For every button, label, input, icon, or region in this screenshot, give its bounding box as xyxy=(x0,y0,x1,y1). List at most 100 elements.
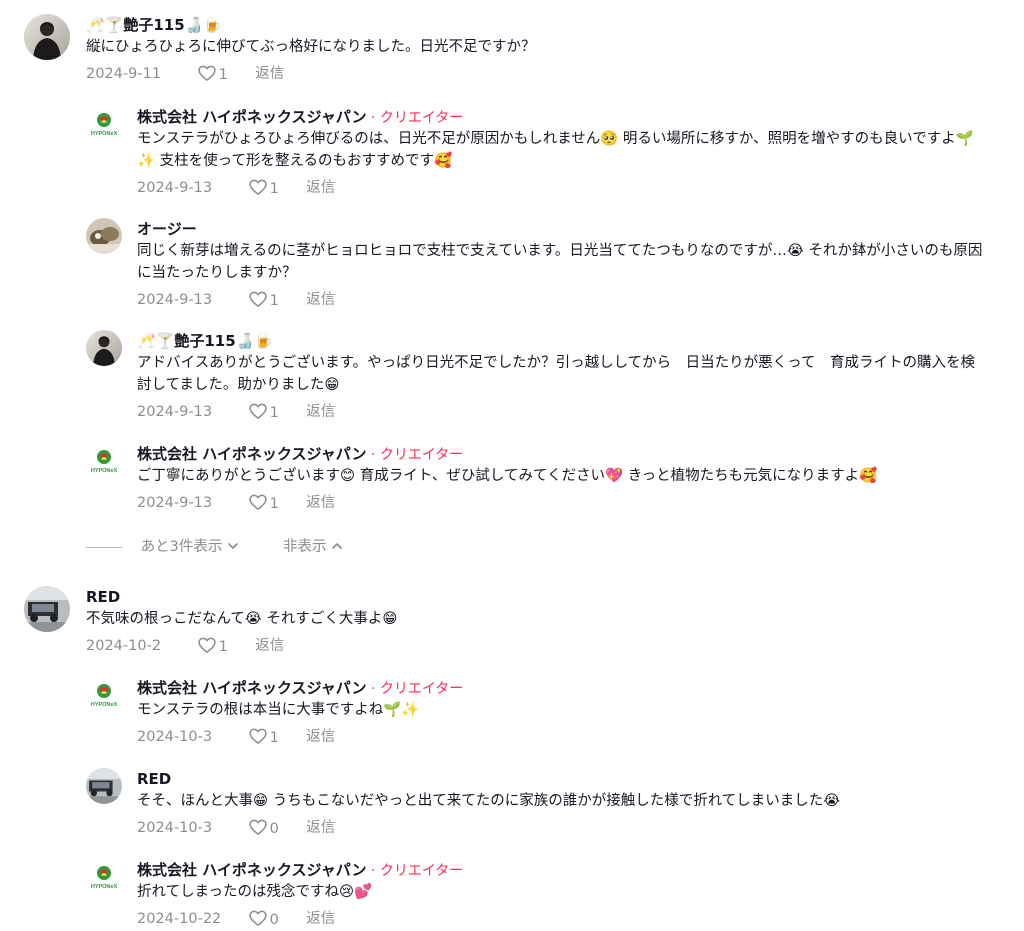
comment-author[interactable]: 株式会社 ハイポネックスジャパン · クリエイター xyxy=(137,677,986,699)
author-name[interactable]: RED xyxy=(137,770,171,788)
comment-meta: 2024-9-13 1 返信 xyxy=(137,289,986,311)
comment-item: RED 不気味の根っこだなんて😭 それすごく大事よ😁 2024-10-2 1 返… xyxy=(24,586,984,657)
like-button[interactable]: 1 xyxy=(248,289,302,312)
avatar[interactable] xyxy=(86,218,122,254)
author-name[interactable]: RED xyxy=(86,588,120,606)
author-name[interactable]: 🥂🍸艶子115🍶🍺 xyxy=(86,16,222,34)
comment-date: 2024-10-3 xyxy=(137,820,213,836)
comment-text: ご丁寧にありがとうございます😊 育成ライト、ぜひ試してみてください💖 きっと植物… xyxy=(137,468,878,484)
divider-line xyxy=(86,546,122,548)
reply-item: 株式会社 ハイポネックスジャパン · クリエイター 折れてしまったのは残念ですね… xyxy=(86,859,986,930)
avatar[interactable] xyxy=(24,586,70,632)
reply-button[interactable]: 返信 xyxy=(306,908,335,930)
reply-item: オージー 同じく新芽は増えるのに茎がヒョロヒョロで支柱で支えています。日光当てて… xyxy=(86,218,986,311)
comment-meta: 2024-9-13 1 返信 xyxy=(137,492,986,514)
comment-date: 2024-10-2 xyxy=(86,638,162,654)
reply-button[interactable]: 返信 xyxy=(306,817,335,839)
show-more-replies-button[interactable]: あと3件表示 xyxy=(141,536,241,558)
author-name[interactable]: 🥂🍸艶子115🍶🍺 xyxy=(137,332,273,350)
avatar[interactable] xyxy=(86,677,122,713)
comment-text: 不気味の根っこだなんて😭 それすごく大事よ😁 xyxy=(86,611,398,627)
comment-meta: 2024-9-13 1 返信 xyxy=(137,177,986,199)
comment-text: モンステラの根は本当に大事ですよね🌱✨ xyxy=(137,702,420,718)
comment-meta: 2024-9-13 1 返信 xyxy=(137,401,986,423)
heart-outline-icon[interactable] xyxy=(248,726,268,746)
comment-date: 2024-10-3 xyxy=(137,729,213,745)
author-name[interactable]: 株式会社 ハイポネックスジャパン xyxy=(137,108,366,126)
avatar[interactable] xyxy=(86,330,122,366)
comment-author[interactable]: 🥂🍸艶子115🍶🍺 xyxy=(86,14,984,36)
comment-meta: 2024-10-3 1 返信 xyxy=(137,726,986,748)
comment-author[interactable]: RED xyxy=(137,768,986,790)
like-button[interactable]: 0 xyxy=(248,817,302,840)
reply-item: 株式会社 ハイポネックスジャパン · クリエイター モンステラの根は本当に大事で… xyxy=(86,677,986,748)
comment-author[interactable]: RED xyxy=(86,586,984,608)
like-count: 1 xyxy=(269,293,279,309)
avatar[interactable] xyxy=(86,106,122,142)
creator-badge: · クリエイター xyxy=(366,447,464,463)
reply-button[interactable]: 返信 xyxy=(306,492,335,514)
reply-button[interactable]: 返信 xyxy=(306,289,335,311)
reply-item: 🥂🍸艶子115🍶🍺 アドバイスありがとうございます。やっぱり日光不足でしたか？引… xyxy=(86,330,986,423)
like-count: 1 xyxy=(218,67,228,83)
chevron-down-icon xyxy=(228,543,239,549)
avatar[interactable] xyxy=(24,14,70,60)
author-name[interactable]: 株式会社 ハイポネックスジャパン xyxy=(137,445,366,463)
like-button[interactable]: 1 xyxy=(248,177,302,200)
replies-expander: あと3件表示 非表示 xyxy=(86,536,344,558)
avatar[interactable] xyxy=(86,768,122,804)
creator-badge: · クリエイター xyxy=(366,863,464,879)
author-name[interactable]: 株式会社 ハイポネックスジャパン xyxy=(137,861,366,879)
comment-author[interactable]: 株式会社 ハイポネックスジャパン · クリエイター xyxy=(137,106,986,128)
show-more-label: あと3件表示 xyxy=(140,539,223,555)
reply-item: 株式会社 ハイポネックスジャパン · クリエイター モンステラがひょろひょろ伸び… xyxy=(86,106,986,199)
like-button[interactable]: 1 xyxy=(248,401,302,424)
creator-badge: · クリエイター xyxy=(366,681,464,697)
comment-author[interactable]: 🥂🍸艶子115🍶🍺 xyxy=(137,330,986,352)
avatar[interactable] xyxy=(86,859,122,895)
hide-label: 非表示 xyxy=(282,539,327,555)
like-button[interactable]: 1 xyxy=(248,492,302,515)
like-count: 1 xyxy=(218,639,228,655)
comment-author[interactable]: オージー xyxy=(137,218,986,240)
reply-item: 株式会社 ハイポネックスジャパン · クリエイター ご丁寧にありがとうございます… xyxy=(86,443,986,514)
hide-replies-button[interactable]: 非表示 xyxy=(283,536,345,558)
heart-outline-icon[interactable] xyxy=(197,63,217,83)
comment-meta: 2024-10-2 1 返信 xyxy=(86,635,984,657)
comment-date: 2024-9-11 xyxy=(86,66,162,82)
comment-date: 2024-10-22 xyxy=(137,911,222,927)
like-count: 1 xyxy=(269,496,279,512)
like-button[interactable]: 0 xyxy=(248,908,302,931)
comment-text: 縦にひょろひょろに伸びてぶっ格好になりました。日光不足ですか？ xyxy=(86,39,536,55)
avatar[interactable] xyxy=(86,443,122,479)
comment-date: 2024-9-13 xyxy=(137,292,213,308)
like-button[interactable]: 1 xyxy=(197,63,251,86)
heart-outline-icon[interactable] xyxy=(248,289,268,309)
reply-item: RED そそ、ほんと大事😁 うちもこないだやっと出て来てたのに家族の誰かが接触し… xyxy=(86,768,986,839)
reply-button[interactable]: 返信 xyxy=(306,726,335,748)
comment-meta: 2024-9-11 1 返信 xyxy=(86,63,984,85)
creator-badge: · クリエイター xyxy=(366,110,464,126)
like-button[interactable]: 1 xyxy=(248,726,302,749)
reply-button[interactable]: 返信 xyxy=(255,635,284,657)
reply-button[interactable]: 返信 xyxy=(306,401,335,423)
heart-outline-icon[interactable] xyxy=(197,635,217,655)
heart-outline-icon[interactable] xyxy=(248,492,268,512)
reply-button[interactable]: 返信 xyxy=(255,63,284,85)
comment-meta: 2024-10-22 0 返信 xyxy=(137,908,986,930)
like-button[interactable]: 1 xyxy=(197,635,251,658)
heart-outline-icon[interactable] xyxy=(248,908,268,928)
author-name[interactable]: 株式会社 ハイポネックスジャパン xyxy=(137,679,366,697)
comment-meta: 2024-10-3 0 返信 xyxy=(137,817,986,839)
reply-button[interactable]: 返信 xyxy=(306,177,335,199)
comment-date: 2024-9-13 xyxy=(137,495,213,511)
comment-author[interactable]: 株式会社 ハイポネックスジャパン · クリエイター xyxy=(137,443,986,465)
heart-outline-icon[interactable] xyxy=(248,401,268,421)
heart-outline-icon[interactable] xyxy=(248,177,268,197)
author-name[interactable]: オージー xyxy=(137,220,197,238)
heart-outline-icon[interactable] xyxy=(248,817,268,837)
like-count: 0 xyxy=(269,821,279,837)
comment-text: 同じく新芽は増えるのに茎がヒョロヒョロで支柱で支えています。日光当ててたつもりな… xyxy=(137,243,983,281)
comment-text: アドバイスありがとうございます。やっぱり日光不足でしたか？引っ越ししてから 日当… xyxy=(137,355,975,393)
comment-author[interactable]: 株式会社 ハイポネックスジャパン · クリエイター xyxy=(137,859,986,881)
